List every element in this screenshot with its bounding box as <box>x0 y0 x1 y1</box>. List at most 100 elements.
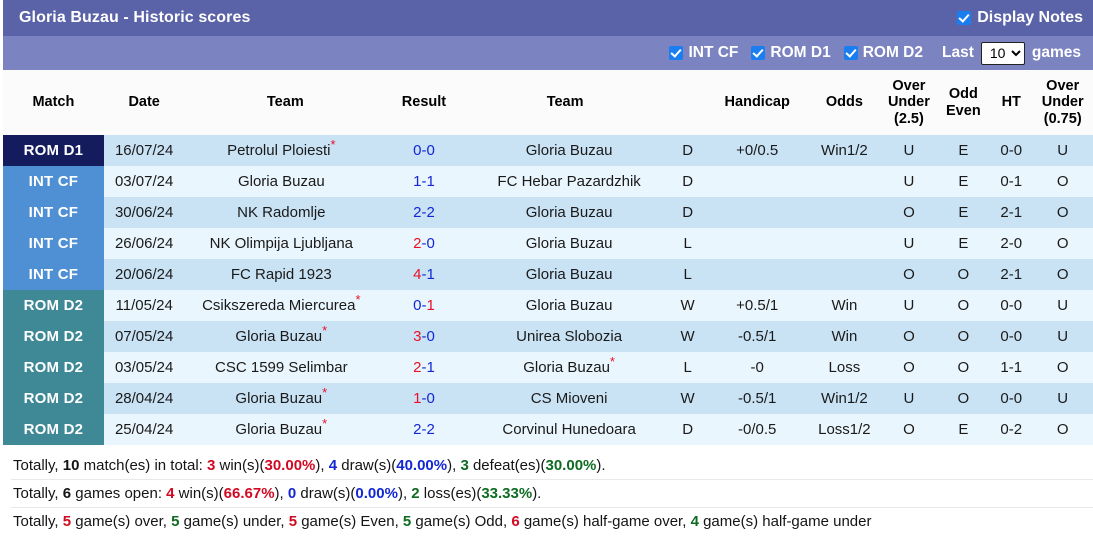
table-row[interactable]: ROM D2 03/05/24 CSC 1599 Selimbar 2-1 Gloria… <box>3 352 1093 383</box>
l2-total: 6 <box>62 485 72 502</box>
cell-away-team[interactable]: Gloria Buzau* <box>461 352 669 383</box>
cell-league[interactable]: ROM D1 <box>3 135 104 166</box>
cell-home-team[interactable]: Gloria Buzau <box>184 166 387 197</box>
filter-rom-d2[interactable]: ROM D2 <box>843 44 923 62</box>
cell-away-team[interactable]: Corvinul Hunedoara <box>461 414 669 445</box>
col-header-odd-even[interactable]: Odd Even <box>936 70 991 135</box>
l2-losses-pct: 33.33% <box>481 485 533 502</box>
display-notes-label: Display Notes <box>977 9 1083 26</box>
l1-wins-word: win(s)( <box>215 457 265 474</box>
l2-wins-word: win(s)( <box>174 485 224 502</box>
cell-odd-even: E <box>936 135 991 166</box>
cell-league[interactable]: ROM D2 <box>3 383 104 414</box>
cell-home-team[interactable]: CSC 1599 Selimbar <box>184 352 387 383</box>
cell-league[interactable]: ROM D2 <box>3 290 104 321</box>
l2-mid3: ), <box>397 485 412 502</box>
cell-date: 03/05/24 <box>103 352 185 383</box>
int-cf-checkbox-icon[interactable] <box>669 46 684 60</box>
col-header-result[interactable]: Result <box>386 70 462 135</box>
col-header-date[interactable]: Date <box>103 70 185 135</box>
col-header-away-team[interactable]: Team <box>461 70 669 135</box>
l3-odd: 5 <box>402 513 412 530</box>
col-header-handicap[interactable]: Handicap <box>706 70 808 135</box>
display-notes-checkbox-icon[interactable] <box>957 11 972 25</box>
l2-mid2: ), <box>274 485 288 502</box>
cell-away-team[interactable]: Unirea Slobozia <box>461 321 669 352</box>
table-row[interactable]: INT CF 30/06/24 NK Radomlje 2-2 Gloria Buzau… <box>3 197 1093 228</box>
col-header-ht[interactable]: HT <box>990 70 1033 135</box>
cell-away-team[interactable]: Gloria Buzau <box>461 228 669 259</box>
cell-home-team[interactable]: Csikszereda Miercurea* <box>184 290 387 321</box>
cell-wdl: L <box>668 352 707 383</box>
table-row[interactable]: ROM D2 07/05/24 Gloria Buzau* 3-0 Unirea Slo… <box>3 321 1093 352</box>
home-away-asterisk: * <box>322 323 328 338</box>
cell-home-team[interactable]: Petrolul Ploiesti* <box>184 135 387 166</box>
cell-score: 2-2 <box>386 197 462 228</box>
cell-league[interactable]: INT CF <box>3 259 104 290</box>
cell-home-team[interactable]: Gloria Buzau* <box>184 383 387 414</box>
cell-away-team[interactable]: Gloria Buzau <box>461 135 669 166</box>
cell-away-team[interactable]: FC Hebar Pazardzhik <box>461 166 669 197</box>
league-badge[interactable]: ROM D2 <box>3 321 104 352</box>
league-badge[interactable]: ROM D2 <box>3 383 104 414</box>
l3-even-word: game(s) Even, <box>297 513 403 530</box>
filter-int-cf-label: INT CF <box>688 44 739 61</box>
cell-away-team[interactable]: Gloria Buzau <box>461 290 669 321</box>
rom-d2-checkbox-icon[interactable] <box>843 46 858 60</box>
col-header-odds[interactable]: Odds <box>807 70 882 135</box>
cell-date: 28/04/24 <box>103 383 185 414</box>
league-badge[interactable]: ROM D1 <box>3 135 104 166</box>
cell-wdl: D <box>668 414 707 445</box>
filter-int-cf[interactable]: INT CF <box>669 44 738 62</box>
league-badge[interactable]: INT CF <box>3 197 104 228</box>
table-row[interactable]: INT CF 20/06/24 FC Rapid 1923 4-1 Gloria Buz… <box>3 259 1093 290</box>
cell-home-team[interactable]: Gloria Buzau* <box>184 321 387 352</box>
cell-over-under-075: U <box>1032 135 1093 166</box>
home-away-asterisk: * <box>609 354 615 369</box>
table-row[interactable]: ROM D2 28/04/24 Gloria Buzau* 1-0 CS Mioveni… <box>3 383 1093 414</box>
col-header-match[interactable]: Match <box>3 70 104 135</box>
games-count-select[interactable]: 510152030 <box>980 41 1025 65</box>
cell-league[interactable]: INT CF <box>3 228 104 259</box>
cell-away-team[interactable]: Gloria Buzau <box>461 259 669 290</box>
cell-wdl: W <box>668 321 707 352</box>
filter-rom-d1[interactable]: ROM D1 <box>751 44 831 62</box>
table-header: Match Date Team Result Team Handicap Odd… <box>3 70 1093 135</box>
cell-away-team[interactable]: Gloria Buzau <box>461 197 669 228</box>
table-row[interactable]: ROM D1 16/07/24 Petrolul Ploiesti* 0-0 Glori… <box>3 135 1093 166</box>
cell-date: 07/05/24 <box>103 321 185 352</box>
cell-home-team[interactable]: FC Rapid 1923 <box>184 259 387 290</box>
cell-handicap <box>706 228 808 259</box>
cell-home-team[interactable]: NK Olimpija Ljubljana <box>184 228 387 259</box>
display-notes-toggle[interactable]: Display Notes <box>957 9 1083 27</box>
table-row[interactable]: ROM D2 25/04/24 Gloria Buzau* 2-2 Corvinul H… <box>3 414 1093 445</box>
l1-mid3: ), <box>447 457 461 474</box>
rom-d1-checkbox-icon[interactable] <box>751 46 766 60</box>
table-row[interactable]: INT CF 26/06/24 NK Olimpija Ljubljana 2-0 Gl… <box>3 228 1093 259</box>
last-label: Last <box>942 44 974 61</box>
cell-league[interactable]: ROM D2 <box>3 321 104 352</box>
cell-wdl: W <box>668 383 707 414</box>
league-badge[interactable]: ROM D2 <box>3 290 104 321</box>
cell-over-under-25: U <box>881 228 937 259</box>
col-header-over-under-075[interactable]: Over Under (0.75) <box>1032 70 1093 135</box>
cell-league[interactable]: ROM D2 <box>3 352 104 383</box>
league-badge[interactable]: INT CF <box>3 259 104 290</box>
table-row[interactable]: ROM D2 11/05/24 Csikszereda Miercurea* 0-1 G… <box>3 290 1093 321</box>
league-badge[interactable]: ROM D2 <box>3 414 104 445</box>
table-row[interactable]: INT CF 03/07/24 Gloria Buzau 1-1 FC Hebar Pa… <box>3 166 1093 197</box>
cell-league[interactable]: ROM D2 <box>3 414 104 445</box>
cell-league[interactable]: INT CF <box>3 197 104 228</box>
cell-odds <box>807 228 882 259</box>
cell-odds: Win1/2 <box>807 383 882 414</box>
cell-home-team[interactable]: Gloria Buzau* <box>184 414 387 445</box>
cell-score: 1-1 <box>386 166 462 197</box>
col-header-over-under-25[interactable]: Over Under (2.5) <box>881 70 937 135</box>
league-badge[interactable]: INT CF <box>3 166 104 197</box>
cell-away-team[interactable]: CS Mioveni <box>461 383 669 414</box>
cell-league[interactable]: INT CF <box>3 166 104 197</box>
col-header-home-team[interactable]: Team <box>184 70 387 135</box>
league-badge[interactable]: INT CF <box>3 228 104 259</box>
league-badge[interactable]: ROM D2 <box>3 352 104 383</box>
cell-home-team[interactable]: NK Radomlje <box>184 197 387 228</box>
